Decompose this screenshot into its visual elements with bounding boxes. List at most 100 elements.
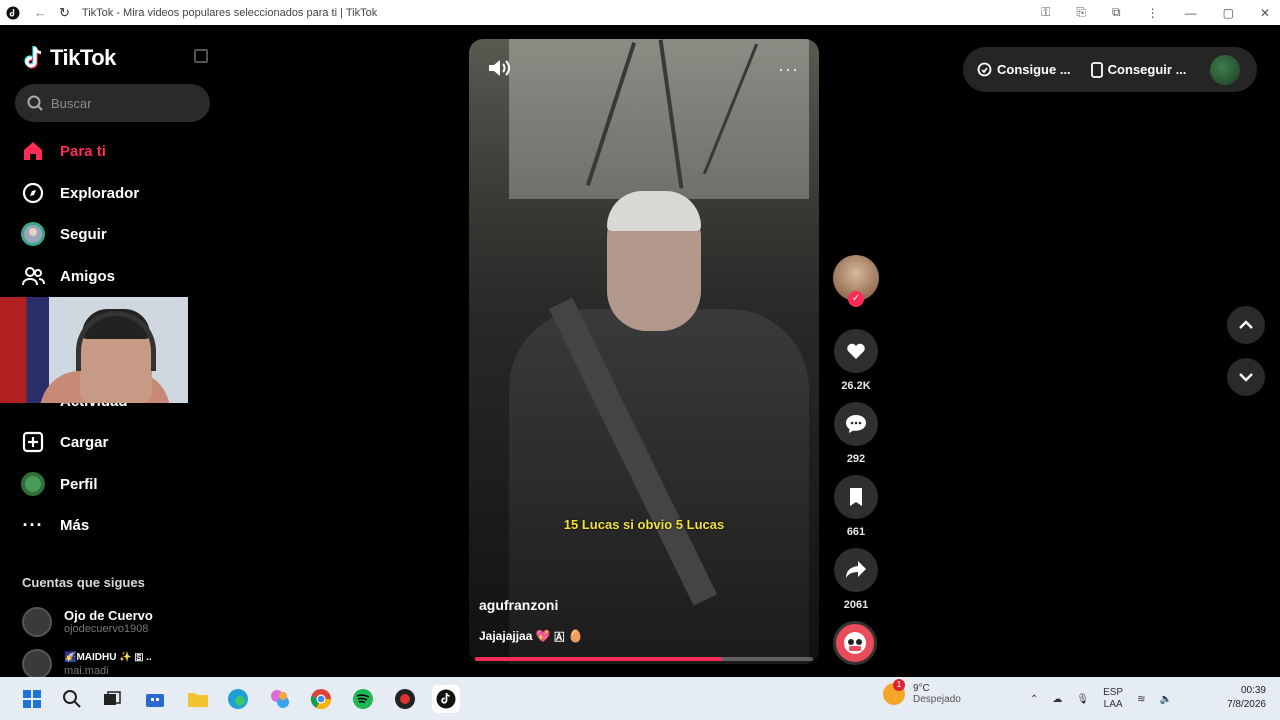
chrome-icon[interactable] — [307, 685, 335, 713]
save-count: 661 — [846, 526, 866, 538]
weather-badge: 1 — [893, 679, 905, 691]
task-view-icon[interactable] — [98, 685, 126, 713]
follow-check-icon[interactable]: ✓ — [848, 291, 864, 307]
copilot-icon[interactable] — [266, 685, 294, 713]
search-icon[interactable] — [58, 685, 86, 713]
save-action[interactable]: 661 — [833, 475, 879, 538]
windows-taskbar: 1 9°C Despejado ⌃ ☁ 🎙 ESP LAA ≋ 🔈 00:39 … — [0, 677, 1280, 720]
music-disc-icon[interactable] — [833, 621, 877, 665]
search-icon — [27, 95, 43, 111]
sidebar-item-explorador[interactable]: Explorador — [20, 180, 139, 206]
followed-account[interactable]: Ojo de Cuervo ojodecuervo1908 — [22, 607, 153, 637]
microphone-icon[interactable]: 🎙 — [1076, 694, 1089, 705]
sidebar-item-cargar[interactable]: Cargar — [20, 429, 108, 455]
maximize-button[interactable]: ▢ — [1223, 6, 1234, 20]
share-button[interactable] — [834, 548, 878, 592]
menu-dots-icon[interactable]: ⋮ — [1147, 6, 1159, 20]
car-sunroof — [509, 39, 809, 199]
compass-icon — [20, 180, 46, 206]
previous-video-button[interactable] — [1227, 306, 1265, 344]
video-progress-bar[interactable] — [475, 657, 813, 661]
chevron-up-icon — [1239, 320, 1253, 329]
translate-icon[interactable]: ⎘ — [1076, 5, 1086, 20]
comment-icon — [846, 415, 866, 433]
tiktok-logo[interactable]: TikTok — [22, 45, 116, 71]
avatar — [22, 649, 52, 679]
comment-action[interactable]: 292 — [833, 402, 879, 465]
sidebar-item-seguir[interactable]: Seguir — [20, 221, 107, 247]
extensions-icon[interactable]: ⧉ — [1112, 5, 1121, 20]
windows-start-icon[interactable] — [18, 685, 46, 713]
following-avatar-icon — [20, 221, 46, 247]
weather-temp: 9°C — [913, 683, 930, 694]
get-app-button[interactable]: Conseguir ... — [1090, 61, 1187, 78]
comment-button[interactable] — [834, 402, 878, 446]
chevron-up-icon[interactable]: ⌃ — [1030, 694, 1038, 705]
volume-icon[interactable] — [487, 57, 511, 79]
tiktok-taskbar-icon[interactable] — [432, 685, 460, 713]
heart-icon — [847, 343, 865, 359]
webcam-overlay — [0, 297, 188, 403]
more-icon: ··· — [22, 514, 44, 535]
store-icon[interactable] — [141, 685, 169, 713]
close-button[interactable]: ✕ — [1260, 6, 1270, 20]
share-action[interactable]: 2061 — [833, 548, 879, 611]
chevron-down-icon — [1239, 373, 1253, 382]
game-app-icon[interactable] — [391, 685, 419, 713]
account-name: 🌠MAIDHU ✨ 🇸 .. — [64, 651, 152, 663]
account-handle: mai.madi — [64, 664, 109, 677]
sidebar-item-para-ti[interactable]: Para ti — [20, 138, 106, 164]
logo-text: TikTok — [50, 45, 116, 70]
reload-icon[interactable]: ↻ — [59, 5, 70, 21]
bookmark-icon — [850, 488, 862, 506]
like-action[interactable]: 26.2K — [833, 329, 879, 392]
clock[interactable]: 00:39 7/8/2026 — [1227, 684, 1266, 712]
avatar — [22, 607, 52, 637]
phone-icon — [1090, 61, 1103, 78]
more-options-icon[interactable]: ··· — [778, 59, 799, 80]
get-coins-button[interactable]: Consigue ... — [977, 62, 1071, 77]
language-indicator[interactable]: ESP LAA — [1103, 687, 1123, 711]
browser-controls: ⚿ ⎘ ⧉ ⋮ — ▢ ✕ — [1041, 0, 1270, 25]
video-author[interactable]: agufranzoni — [479, 597, 558, 613]
file-explorer-icon[interactable] — [184, 685, 212, 713]
clock-date: 7/8/2026 — [1227, 699, 1266, 710]
minimize-button[interactable]: — — [1185, 6, 1197, 20]
share-count: 2061 — [843, 599, 869, 611]
description-text: Jajajajjaa 💖 🇦 🥚 — [479, 629, 583, 643]
clock-time: 00:39 — [1240, 685, 1266, 696]
get-app-label: Conseguir ... — [1107, 62, 1187, 77]
browser-nav: ← ↻ — [34, 5, 70, 21]
user-avatar[interactable] — [1210, 54, 1241, 85]
search-input[interactable]: Buscar — [15, 84, 210, 122]
followed-account[interactable]: 🌠MAIDHU ✨ 🇸 .. mai.madi — [22, 649, 152, 679]
like-button[interactable] — [834, 329, 878, 373]
comment-count: 292 — [846, 453, 866, 465]
save-button[interactable] — [834, 475, 878, 519]
next-video-button[interactable] — [1227, 358, 1265, 396]
speaker-icon[interactable]: 🔈 — [1160, 694, 1172, 705]
sidebar-item-mas[interactable]: ··· Más — [20, 512, 90, 538]
edge-icon[interactable] — [224, 685, 252, 713]
system-tray: ⌃ ☁ 🎙 ESP LAA ≋ 🔈 — [1030, 687, 1172, 711]
wifi-icon[interactable]: ≋ — [1137, 694, 1145, 705]
video-player[interactable]: ··· 15 Lucas si obvio 5 Lucas agufranzon… — [469, 39, 819, 664]
sidebar-item-amigos[interactable]: Amigos — [20, 263, 115, 289]
home-icon — [20, 138, 46, 164]
lang-bottom: LAA — [1103, 699, 1123, 710]
account-name: Ojo de Cuervo — [64, 607, 153, 623]
back-arrow-icon[interactable]: ← — [34, 5, 47, 20]
key-icon[interactable]: ⚿ — [1041, 5, 1050, 20]
search-placeholder: Buscar — [51, 95, 92, 111]
lang-top: ESP — [1103, 687, 1124, 698]
spotify-icon[interactable] — [349, 685, 377, 713]
collapse-sidebar-icon[interactable] — [194, 49, 208, 63]
video-description: Jajajajjaa 💖 🇦 🥚 — [479, 629, 583, 644]
video-caption: 15 Lucas si obvio 5 Lucas — [563, 517, 725, 532]
sidebar-item-label: Amigos — [60, 267, 116, 285]
browser-window-title: TikTok - Mira videos populares seleccion… — [81, 6, 378, 19]
tiktok-logo-icon — [24, 46, 42, 69]
weather-widget[interactable]: 1 9°C Despejado — [883, 679, 961, 705]
sidebar-item-perfil[interactable]: Perfil — [20, 471, 98, 497]
cloud-icon[interactable]: ☁ — [1052, 694, 1062, 705]
